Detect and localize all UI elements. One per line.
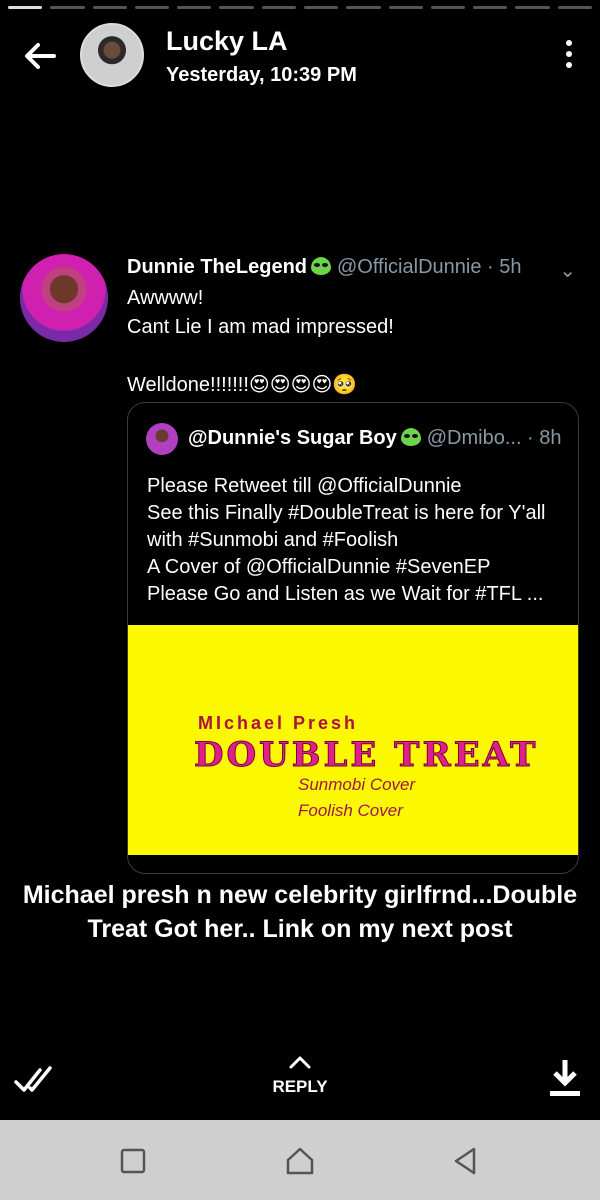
quoted-handle-time: @Dmibo... · 8h (426, 427, 562, 449)
system-navbar (0, 1120, 600, 1200)
progress-segment (515, 6, 550, 9)
quoted-line: Please Retweet till @OfficialDunnie (147, 475, 462, 497)
double-check-icon (14, 1066, 52, 1092)
more-options-icon[interactable] (564, 40, 574, 74)
recent-apps-icon[interactable] (116, 1144, 150, 1178)
tweet-line: Welldone!!!!!!!😍😍😍😍🥺 (127, 374, 358, 396)
quoted-text: Please Retweet till @OfficialDunnie See … (147, 473, 545, 608)
alien-emoji-icon (400, 428, 421, 446)
download-icon[interactable] (548, 1058, 582, 1098)
cover-subtitle: Sunmobi Cover (298, 775, 416, 794)
status-time: Yesterday, 10:39 PM (166, 64, 357, 86)
progress-segment (430, 6, 466, 9)
progress-segment (346, 6, 381, 9)
tweet-line: Cant Lie I am mad impressed! (127, 316, 394, 338)
alien-emoji-icon (311, 257, 331, 275)
reply-label: REPLY (272, 1077, 328, 1096)
status-progress (8, 6, 592, 9)
status-header: Lucky LA Yesterday, 10:39 PM (0, 22, 600, 90)
contact-avatar[interactable] (80, 23, 144, 87)
quoted-tweet: @Dunnie's Sugar Boy @Dmibo... · 8h Please… (127, 402, 579, 874)
back-triangle-icon[interactable] (448, 1144, 482, 1178)
chevron-down-icon: ⌄ (559, 260, 576, 282)
reply-button[interactable]: REPLY (250, 1054, 350, 1097)
progress-segment (134, 6, 170, 9)
cover-artist: MIchael Presh (198, 713, 359, 733)
quoted-line: with #Sunmobi and #Foolish (147, 529, 399, 551)
progress-segment (219, 6, 254, 9)
quoted-line: A Cover of @OfficialDunnie #SevenEP (147, 556, 491, 578)
cover-title: DOUBLE TREAT (193, 735, 539, 776)
tweet-header: Dunnie TheLegend @OfficialDunnie · 5h (127, 256, 521, 279)
tweet-text: Awwww! Cant Lie I am mad impressed! Well… (127, 284, 394, 400)
status-caption: Michael presh n new celebrity girlfrnd..… (22, 881, 578, 943)
progress-segment (92, 6, 127, 9)
quoted-header: @Dunnie's Sugar Boy @Dmibo... · 8h (188, 427, 562, 450)
progress-segment (177, 6, 212, 9)
quoted-line: Please Go and Listen as we Wait for #TFL… (147, 583, 544, 605)
quoted-line: See this Finally #DoubleTreat is here fo… (147, 502, 546, 524)
progress-segment (261, 6, 296, 9)
cover-art-image: MIchael Presh DOUBLE TREAT Sunmobi Cover… (128, 625, 578, 855)
quoted-display-name: @Dunnie's Sugar Boy (188, 427, 397, 449)
cover-subtitle: Foolish Cover (298, 801, 403, 820)
home-icon[interactable] (283, 1144, 317, 1178)
progress-segment (473, 6, 508, 9)
tweet-line: Awwww! (127, 287, 204, 309)
progress-segment (303, 6, 339, 9)
quoted-avatar (146, 423, 178, 455)
status-footer: REPLY (0, 1050, 600, 1120)
progress-segment (8, 6, 43, 9)
chevron-up-icon (289, 1056, 311, 1069)
contact-name: Lucky LA (166, 26, 288, 56)
progress-segment (388, 6, 423, 9)
tweet-display-name: Dunnie TheLegend (127, 256, 307, 278)
tweet-avatar (20, 254, 108, 342)
back-arrow-icon[interactable] (20, 36, 60, 76)
tweet-handle-time: @OfficialDunnie · 5h (337, 256, 522, 278)
progress-segment (557, 6, 592, 9)
progress-segment (50, 6, 85, 9)
